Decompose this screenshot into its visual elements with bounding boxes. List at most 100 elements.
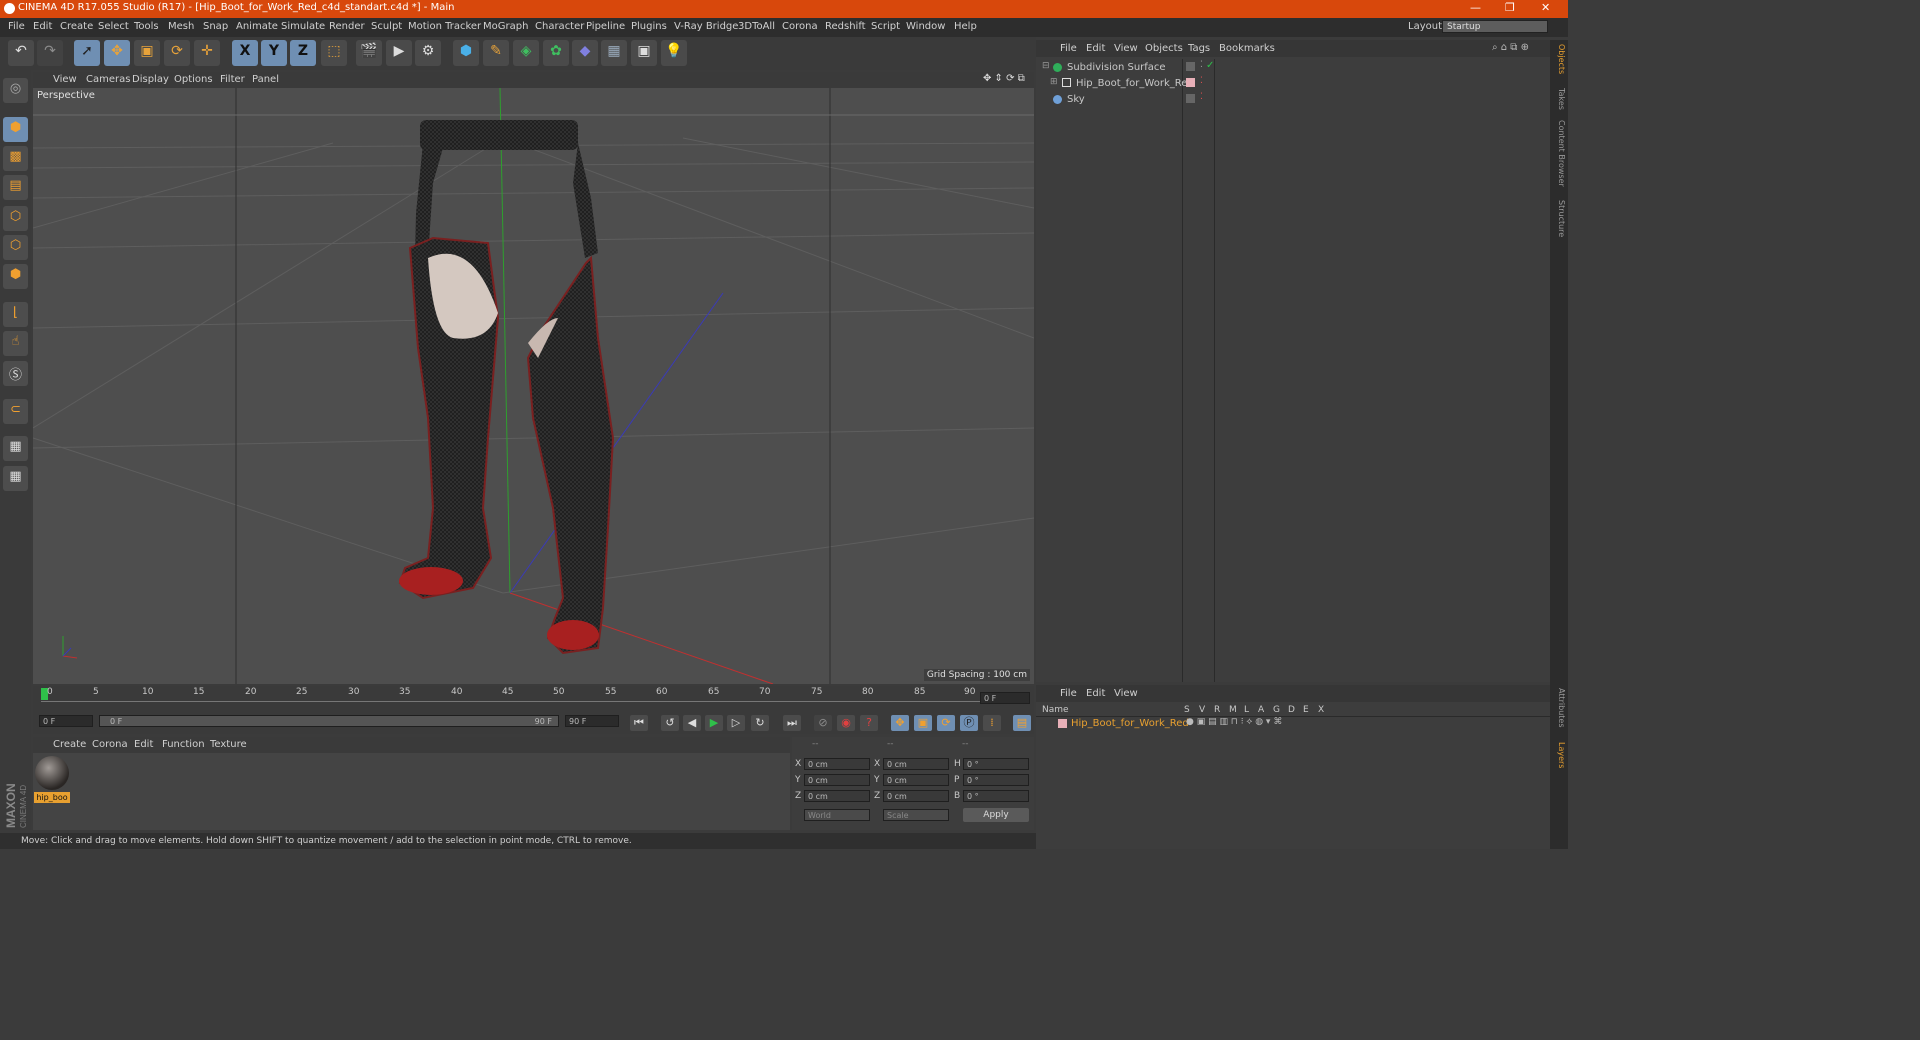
light-icon[interactable]: 💡 bbox=[661, 40, 687, 66]
object-menu-tags[interactable]: Tags bbox=[1188, 43, 1210, 54]
scale-icon[interactable]: ▣ bbox=[134, 40, 160, 66]
menu-tools[interactable]: Tools bbox=[134, 21, 159, 32]
position-z-field[interactable]: 0 cm bbox=[804, 790, 870, 802]
apply-button[interactable]: Apply bbox=[963, 808, 1029, 822]
planar-workplane-icon[interactable]: ▦ bbox=[3, 466, 28, 491]
close-button[interactable]: ✕ bbox=[1541, 1, 1550, 14]
lock-workplane-icon[interactable]: ▦ bbox=[3, 436, 28, 461]
menu-edit[interactable]: Edit bbox=[33, 21, 52, 32]
rotation-b-field[interactable]: 0 ° bbox=[963, 790, 1029, 802]
menu-render[interactable]: Render bbox=[329, 21, 365, 32]
size-x-field[interactable]: 0 cm bbox=[883, 758, 949, 770]
layout-select[interactable]: Startup bbox=[1442, 20, 1548, 33]
axis-mode-icon[interactable]: ⌊ bbox=[3, 302, 28, 327]
z-axis-icon[interactable]: Z bbox=[290, 40, 316, 66]
material-name[interactable]: hip_boo bbox=[34, 792, 70, 803]
record-icon[interactable]: ◉ bbox=[837, 715, 855, 731]
pen-icon[interactable]: ✎ bbox=[483, 40, 509, 66]
go-to-start-icon[interactable]: ⏮ bbox=[630, 715, 648, 731]
snap-icon[interactable]: Ⓢ bbox=[3, 361, 28, 386]
menu-select[interactable]: Select bbox=[98, 21, 129, 32]
model-mode-icon[interactable]: ⬢ bbox=[3, 117, 28, 142]
next-frame-icon[interactable]: ▷ bbox=[727, 715, 745, 731]
object-menu-bookmarks[interactable]: Bookmarks bbox=[1219, 43, 1275, 54]
redo-icon[interactable]: ↷ bbox=[37, 40, 63, 66]
tab-takes[interactable]: Takes bbox=[1552, 88, 1566, 110]
tab-attributes[interactable]: Attributes bbox=[1552, 688, 1566, 728]
layer-swatch[interactable] bbox=[1186, 94, 1195, 103]
visibility-dots-icon[interactable]: ⁚ bbox=[1200, 60, 1203, 70]
key-pla-icon[interactable]: ⁞ bbox=[983, 715, 1001, 731]
material-menu-corona[interactable]: Corona bbox=[92, 739, 128, 750]
object-row-sky[interactable]: Sky ⁚ bbox=[1036, 92, 1550, 108]
viewport-navigation-icon[interactable]: ✥ ⇕ ⟳ ⧉ bbox=[983, 73, 1025, 84]
material-menu-texture[interactable]: Texture bbox=[210, 739, 247, 750]
render-view-icon[interactable]: 🎬 bbox=[356, 40, 382, 66]
tab-layers[interactable]: Layers bbox=[1552, 742, 1566, 768]
x-axis-icon[interactable]: X bbox=[232, 40, 258, 66]
position-x-field[interactable]: 0 cm bbox=[804, 758, 870, 770]
record-disabled-icon[interactable]: ⊘ bbox=[814, 715, 832, 731]
menu-simulate[interactable]: Simulate bbox=[281, 21, 325, 32]
y-axis-icon[interactable]: Y bbox=[261, 40, 287, 66]
deformer-icon[interactable]: ◆ bbox=[572, 40, 598, 66]
menu-help[interactable]: Help bbox=[954, 21, 977, 32]
polygons-mode-icon[interactable]: ⬢ bbox=[3, 264, 28, 289]
visibility-dots-icon[interactable]: ⁚ bbox=[1200, 76, 1203, 86]
object-menu-view[interactable]: View bbox=[1114, 43, 1138, 54]
object-menu-edit[interactable]: Edit bbox=[1086, 43, 1105, 54]
menu-motion-tracker[interactable]: Motion Tracker bbox=[408, 21, 481, 32]
menu-sculpt[interactable]: Sculpt bbox=[371, 21, 402, 32]
layer-menu-edit[interactable]: Edit bbox=[1086, 688, 1105, 699]
rotation-p-field[interactable]: 0 ° bbox=[963, 774, 1029, 786]
size-y-field[interactable]: 0 cm bbox=[883, 774, 949, 786]
edges-mode-icon[interactable]: ⬡ bbox=[3, 235, 28, 260]
viewport-menu-filter[interactable]: Filter bbox=[220, 74, 245, 85]
layer-swatch[interactable] bbox=[1186, 62, 1195, 71]
menu-plugins[interactable]: Plugins bbox=[631, 21, 667, 32]
object-search-icon[interactable]: ⌕ ⌂ ⧉ ⊕ bbox=[1492, 42, 1529, 53]
menu-redshift[interactable]: Redshift bbox=[825, 21, 866, 32]
go-to-end-icon[interactable]: ⏭ bbox=[783, 715, 801, 731]
menu-create[interactable]: Create bbox=[60, 21, 93, 32]
tweak-mode-icon[interactable]: ☝ bbox=[3, 331, 28, 356]
key-rotation-icon[interactable]: ⟳ bbox=[937, 715, 955, 731]
object-row-hip-boot[interactable]: ⊞ Hip_Boot_for_Work_Red ⁚ bbox=[1036, 76, 1550, 92]
cube-icon[interactable]: ⬢ bbox=[453, 40, 479, 66]
viewport-menu-display[interactable]: Display bbox=[132, 74, 169, 85]
world-select[interactable]: World bbox=[804, 809, 870, 821]
texture-mode-icon[interactable]: ▩ bbox=[3, 146, 28, 171]
viewport-menu-cameras[interactable]: Cameras bbox=[86, 74, 130, 85]
camera-icon[interactable]: ▣ bbox=[631, 40, 657, 66]
menu-vray-bridge[interactable]: V-Ray Bridge bbox=[674, 21, 738, 32]
undo-icon[interactable]: ↶ bbox=[8, 40, 34, 66]
autokey-icon[interactable]: ? bbox=[860, 715, 878, 731]
rotation-h-field[interactable]: 0 ° bbox=[963, 758, 1029, 770]
move-icon[interactable]: ✥ bbox=[104, 40, 130, 66]
key-position-icon[interactable]: ✥ bbox=[891, 715, 909, 731]
position-y-field[interactable]: 0 cm bbox=[804, 774, 870, 786]
layer-swatch[interactable] bbox=[1186, 78, 1195, 87]
layer-flags-icon[interactable]: ● ▣ ▤ ▥ ⊓ ⁝ ⟡ ◍ ▾ ⌘ bbox=[1186, 717, 1282, 727]
rotate-icon[interactable]: ⟳ bbox=[164, 40, 190, 66]
menu-mograph[interactable]: MoGraph bbox=[483, 21, 528, 32]
object-menu-file[interactable]: File bbox=[1060, 43, 1077, 54]
layer-menu-view[interactable]: View bbox=[1114, 688, 1138, 699]
subdivision-icon[interactable]: ◈ bbox=[513, 40, 539, 66]
material-swatch[interactable] bbox=[35, 756, 69, 790]
collapse-icon[interactable]: ⊟ bbox=[1042, 61, 1050, 71]
material-menu-create[interactable]: Create bbox=[53, 739, 86, 750]
magnet-icon[interactable]: ⊂ bbox=[3, 399, 28, 424]
maximize-button[interactable]: ❐ bbox=[1505, 1, 1515, 14]
perspective-viewport[interactable]: Perspective Grid Spacing : 100 cm bbox=[33, 88, 1034, 684]
timeline-window-icon[interactable]: ▤ bbox=[1013, 715, 1031, 731]
menu-window[interactable]: Window bbox=[906, 21, 945, 32]
tab-objects[interactable]: Objects bbox=[1552, 44, 1566, 74]
viewport-menu-panel[interactable]: Panel bbox=[252, 74, 279, 85]
layer-name[interactable]: Hip_Boot_for_Work_Red bbox=[1071, 718, 1189, 729]
menu-script[interactable]: Script bbox=[871, 21, 900, 32]
floor-icon[interactable]: ▦ bbox=[601, 40, 627, 66]
expand-icon[interactable]: ⊞ bbox=[1050, 77, 1058, 87]
play-icon[interactable]: ▶ bbox=[705, 715, 723, 731]
tab-content-browser[interactable]: Content Browser bbox=[1552, 120, 1566, 187]
